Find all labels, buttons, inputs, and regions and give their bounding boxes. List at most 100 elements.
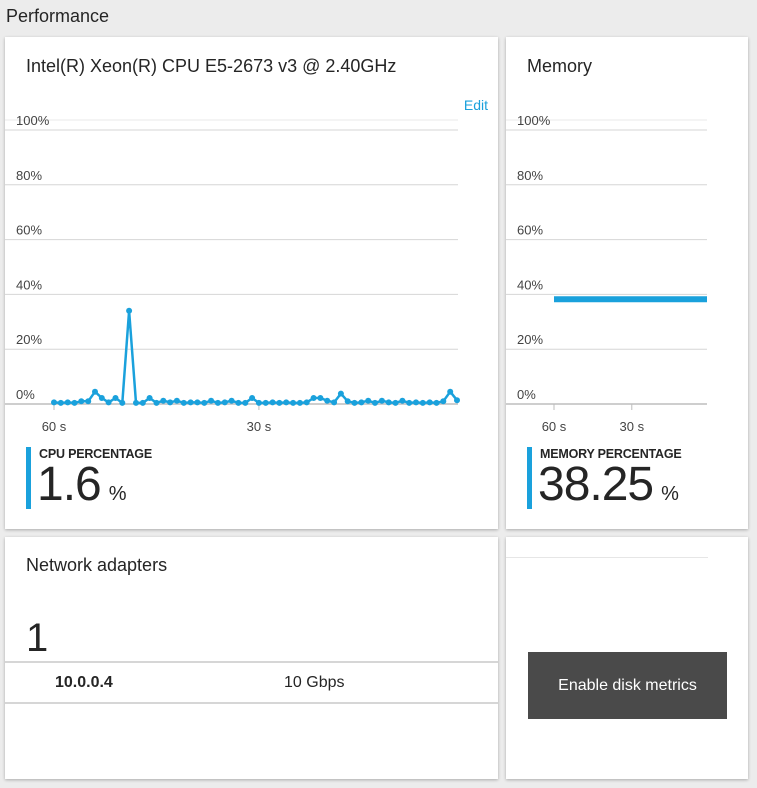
cpu-data-point — [406, 399, 413, 406]
memory-metric-bar — [527, 447, 532, 509]
y-tick-label: 20% — [16, 332, 42, 347]
cpu-data-point — [324, 397, 331, 404]
disk-card: Enable disk metrics — [506, 537, 748, 779]
cpu-data-point — [133, 399, 139, 406]
cpu-data-point — [85, 398, 92, 405]
cpu-data-point — [92, 388, 98, 395]
cpu-data-point — [310, 395, 317, 401]
cpu-data-point — [98, 395, 105, 401]
cpu-metric-unit: % — [108, 483, 127, 505]
cpu-data-point — [262, 399, 269, 406]
cpu-data-point — [358, 399, 365, 406]
y-tick-label: 60% — [16, 223, 42, 238]
y-tick-label: 80% — [517, 168, 543, 183]
cpu-data-point — [413, 399, 419, 406]
cpu-data-point — [351, 399, 358, 406]
cpu-card: Intel(R) Xeon(R) CPU E5-2673 v3 @ 2.40GH… — [5, 37, 498, 529]
cpu-series-line — [53, 309, 458, 405]
cpu-data-point — [249, 395, 256, 401]
cpu-metric-value: 1.6% — [37, 457, 127, 522]
adapter-speed: 10 Gbps — [284, 674, 345, 691]
network-card-title: Network adapters — [26, 555, 168, 575]
cpu-data-point — [208, 397, 215, 404]
x-tick-label: 30 s — [247, 419, 272, 434]
cpu-data-point — [337, 390, 344, 397]
cpu-data-point — [51, 399, 57, 406]
network-card: Network adapters 1 10.0.0.4 10 Gbps — [5, 537, 498, 779]
cpu-data-point — [433, 399, 440, 406]
section-title: Performance — [6, 6, 110, 26]
memory-metric-value: 38.25% — [538, 457, 679, 522]
cpu-data-point — [221, 399, 228, 406]
cpu-data-point — [228, 397, 235, 404]
cpu-data-point — [392, 399, 399, 406]
cpu-data-point — [440, 398, 447, 405]
cpu-data-point — [180, 399, 187, 406]
cpu-data-point — [242, 399, 249, 406]
table-row[interactable]: 10.0.0.4 10 Gbps — [5, 661, 498, 704]
y-tick-label: 40% — [517, 277, 543, 292]
x-tick-label: 60 s — [42, 419, 67, 434]
y-tick-label: 0% — [16, 387, 35, 402]
cpu-data-point — [255, 399, 262, 406]
cpu-data-point — [365, 397, 372, 404]
cpu-data-point — [139, 399, 146, 406]
cpu-data-point — [454, 397, 460, 404]
cpu-data-point — [112, 395, 119, 401]
cpu-data-point — [194, 399, 201, 406]
divider — [506, 557, 708, 558]
cpu-metric-bar — [26, 447, 31, 509]
cpu-data-point — [146, 395, 153, 401]
cpu-data-point — [57, 399, 64, 406]
network-adapter-table: 10.0.0.4 10 Gbps — [5, 661, 498, 704]
cpu-data-point — [399, 397, 406, 404]
y-tick-label: 80% — [16, 168, 42, 183]
network-adapter-count: 1 — [26, 616, 49, 660]
cpu-data-point — [378, 397, 385, 404]
y-tick-label: 20% — [517, 332, 543, 347]
cpu-data-point — [372, 399, 378, 406]
y-tick-label: 100% — [16, 113, 50, 128]
cpu-data-point — [276, 399, 283, 406]
cpu-data-point — [447, 388, 454, 395]
cpu-data-point — [160, 397, 167, 404]
cpu-data-point — [78, 398, 85, 405]
cpu-data-point — [126, 307, 133, 314]
cpu-data-point — [419, 399, 426, 406]
cpu-data-point — [201, 399, 208, 406]
cpu-data-point — [317, 395, 324, 401]
cpu-data-point — [296, 399, 303, 406]
cpu-data-point — [173, 397, 180, 404]
cpu-data-point — [290, 399, 297, 406]
y-tick-label: 100% — [517, 113, 551, 128]
memory-chart: 100% 80% 60% 40% 20% 0% 60 s 30 s — [506, 113, 707, 434]
x-tick-label: 30 s — [620, 419, 645, 434]
x-tick-label: 60 s — [542, 419, 567, 434]
cpu-data-point — [105, 399, 112, 406]
y-tick-label: 60% — [517, 223, 543, 238]
cpu-data-point — [71, 399, 78, 406]
cpu-data-point — [187, 399, 194, 406]
y-tick-label: 40% — [16, 277, 42, 292]
cpu-data-point — [385, 399, 392, 406]
y-tick-label: 0% — [517, 387, 536, 402]
enable-disk-metrics-button[interactable]: Enable disk metrics — [528, 652, 727, 719]
cpu-data-point — [303, 399, 310, 406]
cpu-data-point — [283, 399, 290, 406]
cpu-data-point — [214, 399, 221, 406]
cpu-metric-number: 1.6 — [37, 458, 102, 511]
memory-metric-number: 38.25 — [538, 458, 654, 511]
cpu-data-point — [331, 399, 338, 406]
cpu-data-point — [64, 399, 71, 406]
cpu-data-point — [119, 399, 126, 406]
memory-card: Memory 100% 80% 60% 40% 20% 0% 60 s 30 s MEMORY… — [506, 37, 748, 529]
cpu-data-point — [269, 399, 276, 406]
adapter-ip: 10.0.0.4 — [55, 674, 113, 691]
cpu-data-point — [167, 399, 174, 406]
cpu-data-point — [235, 399, 242, 406]
cpu-data-point — [153, 399, 160, 406]
cpu-data-point — [426, 399, 433, 406]
cpu-data-point — [344, 398, 351, 405]
cpu-chart: 100% 80% 60% 40% 20% 0% 60 s 30 s — [5, 113, 460, 434]
memory-metric-unit: % — [661, 483, 679, 505]
